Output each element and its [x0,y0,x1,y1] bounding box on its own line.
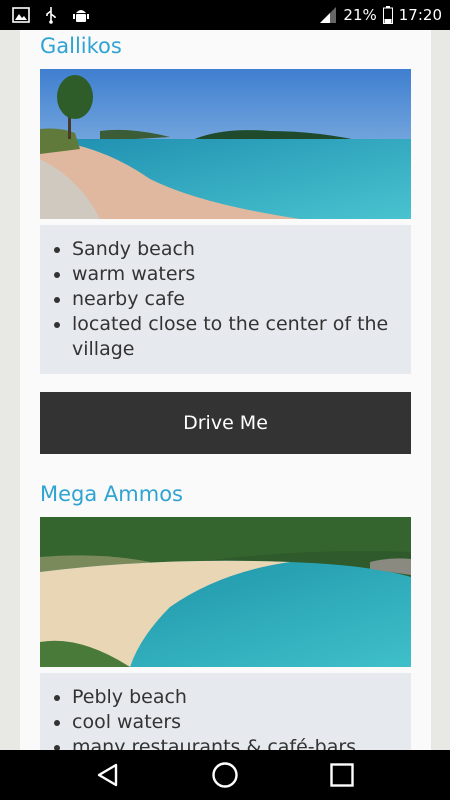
back-icon[interactable] [88,755,128,795]
navigation-bar [0,750,450,800]
feature-list: Pebly beach cool waters many restaurants… [40,673,411,750]
home-icon[interactable] [205,755,245,795]
list-item: Sandy beach [72,237,401,262]
list-item: cool waters [72,710,401,735]
feature-list: Sandy beach warm waters nearby cafe loca… [40,225,411,374]
drive-me-button[interactable]: Drive Me [40,392,411,454]
usb-icon [44,6,58,24]
beach-title: Gallikos [40,34,122,58]
list-item: warm waters [72,262,401,287]
battery-percent: 21% [343,6,377,24]
gallery-icon [12,7,30,23]
scroll-content[interactable]: Gallikos Sandy beach warm waters nearby … [0,30,450,750]
list-item: located close to the center of the villa… [72,312,401,362]
battery-icon [382,6,393,24]
signal-icon [319,6,337,24]
list-item: Pebly beach [72,685,401,710]
beach-title: Mega Ammos [40,482,183,506]
clock: 17:20 [398,6,442,24]
status-bar: 21% 17:20 [0,0,450,30]
list-item: many restaurants & café-bars [72,735,401,750]
beach-photo-mega-ammos [40,517,411,667]
list-item: nearby cafe [72,287,401,312]
recents-icon[interactable] [322,755,362,795]
beach-card: Gallikos Sandy beach warm waters nearby … [20,30,431,750]
android-debug-icon [72,6,90,24]
beach-photo-gallikos [40,69,411,219]
